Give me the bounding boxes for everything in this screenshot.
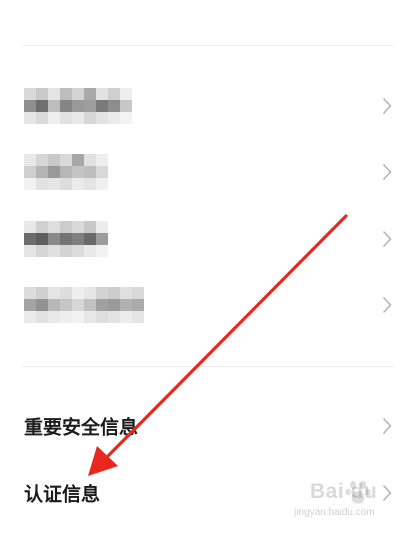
chevron-right-icon (382, 97, 392, 115)
chevron-right-icon (382, 296, 392, 314)
settings-item-blurred-4[interactable] (0, 275, 408, 335)
chevron-right-icon (382, 417, 392, 435)
settings-item-blurred-2[interactable] (0, 142, 408, 202)
baidu-jingyan-watermark: Bai du jingyan.baidu.com (282, 478, 392, 526)
settings-item-blurred-1[interactable] (0, 76, 408, 136)
chevron-right-icon (382, 163, 392, 181)
chevron-right-icon (382, 230, 392, 248)
settings-item-blurred-3[interactable] (0, 209, 408, 269)
settings-item-label: 认证信息 (24, 483, 101, 506)
watermark-brand: Bai du (310, 480, 378, 503)
pixelated-label (24, 88, 132, 124)
pixelated-label (24, 154, 108, 190)
pixelated-label (24, 287, 144, 323)
settings-item-label: 重要安全信息 (24, 416, 139, 439)
pixelated-label (24, 221, 108, 257)
section-divider (22, 366, 394, 367)
settings-item-important-safety-info[interactable]: 重要安全信息 (0, 396, 408, 456)
top-divider (22, 45, 394, 46)
watermark-site: jingyan.baidu.com (294, 507, 375, 518)
